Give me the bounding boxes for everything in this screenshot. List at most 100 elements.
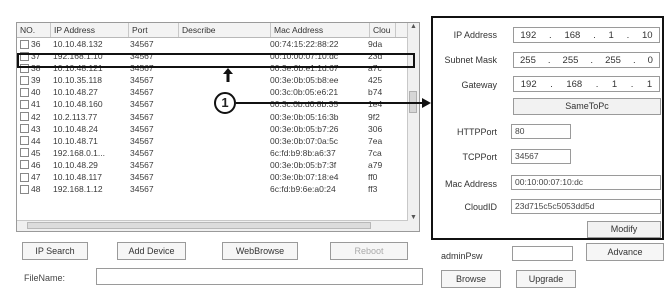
row-mac-address: 00:3e:0b:07:0a:5c bbox=[270, 135, 339, 146]
row-checkbox[interactable] bbox=[20, 148, 29, 158]
ip-octet[interactable]: 1 bbox=[609, 30, 614, 41]
mac-address-input[interactable]: 00:10:00:07:10:dc bbox=[511, 175, 661, 190]
ip-address-label: IP Address bbox=[453, 30, 497, 40]
gateway-input[interactable]: 192. 168. 1. 1 bbox=[513, 76, 660, 92]
row-port: 34567 bbox=[130, 75, 154, 86]
hscroll-thumb[interactable] bbox=[27, 222, 371, 229]
row-number: 40 bbox=[31, 87, 41, 98]
row-checkbox[interactable] bbox=[20, 100, 29, 110]
table-row[interactable]: 39 10.10.35.118 34567 00:3e:0b:05:b8:ee 425 bbox=[17, 74, 419, 86]
row-checkbox[interactable] bbox=[20, 112, 29, 122]
mask-octet[interactable]: 0 bbox=[648, 55, 653, 66]
same-to-pc-button[interactable]: SameToPc bbox=[513, 98, 661, 115]
row-cloud-id: 9da bbox=[368, 39, 383, 49]
subnet-mask-input[interactable]: 255. 255. 255. 0 bbox=[513, 52, 660, 68]
row-number: 44 bbox=[31, 135, 41, 146]
row-ip-address: 10.10.48.27 bbox=[53, 87, 98, 98]
row-checkbox[interactable] bbox=[20, 87, 29, 97]
row-cloud-id: 425 bbox=[368, 75, 383, 86]
ip-octet[interactable]: 192 bbox=[520, 30, 536, 41]
table-row[interactable]: 45 192.168.0.1... 34567 6c:fd:b9:8b:a6:37 7c… bbox=[17, 147, 419, 159]
row-checkbox[interactable] bbox=[20, 136, 29, 146]
table-row[interactable]: 42 10.2.113.77 34567 00:3e:0b:05:16:3b 9f2 bbox=[17, 111, 419, 123]
mask-octet[interactable]: 255 bbox=[605, 55, 621, 66]
admin-password-label: adminPsw bbox=[441, 251, 483, 261]
row-number-cell: 39 bbox=[17, 74, 50, 86]
modify-button[interactable]: Modify bbox=[587, 221, 661, 238]
filename-input[interactable] bbox=[96, 268, 423, 285]
row-mac-address: 00:3e:0b:05:b7:26 bbox=[270, 123, 339, 134]
table-row[interactable]: 36 10.10.48.132 34567 00:74:15:22:88:22 9da bbox=[17, 38, 419, 50]
row-number-cell: 45 bbox=[17, 147, 50, 159]
gateway-octet[interactable]: 168 bbox=[566, 79, 582, 90]
row-describe bbox=[176, 183, 267, 195]
row-ip-address: 10.10.48.132 bbox=[53, 39, 103, 49]
row-port: 34567 bbox=[130, 172, 154, 183]
row-cloud-id: 306 bbox=[368, 123, 383, 134]
table-row[interactable]: 44 10.10.48.71 34567 00:3e:0b:07:0a:5c 7ea bbox=[17, 135, 419, 147]
mac-address-label: Mac Address bbox=[444, 179, 497, 189]
row-number: 36 bbox=[31, 39, 41, 49]
row-mac-address: 6c:fd:b9:8b:a6:37 bbox=[270, 147, 336, 158]
ip-address-input[interactable]: 192. 168. 1. 10 bbox=[513, 27, 660, 43]
col-port[interactable]: Port bbox=[129, 23, 179, 37]
upgrade-button[interactable]: Upgrade bbox=[516, 270, 576, 288]
ip-octet[interactable]: 10 bbox=[642, 30, 653, 41]
scroll-up-icon[interactable]: ▲ bbox=[408, 23, 419, 30]
row-port: 34567 bbox=[130, 39, 154, 49]
col-no[interactable]: NO. bbox=[17, 23, 51, 37]
mask-octet[interactable]: 255 bbox=[520, 55, 536, 66]
col-ip-address[interactable]: IP Address bbox=[51, 23, 129, 37]
table-row[interactable]: 43 10.10.48.24 34567 00:3e:0b:05:b7:26 306 bbox=[17, 123, 419, 135]
row-checkbox[interactable] bbox=[20, 184, 29, 194]
browse-button[interactable]: Browse bbox=[441, 270, 501, 288]
col-mac-address[interactable]: Mac Address bbox=[271, 23, 370, 37]
row-cloud-id: a79 bbox=[368, 159, 383, 170]
gateway-octet[interactable]: 1 bbox=[647, 79, 652, 90]
row-ip-address: 192.168.0.1... bbox=[53, 147, 105, 158]
col-cloud[interactable]: Clou bbox=[370, 23, 396, 37]
table-header: NO. IP Address Port Describe Mac Address… bbox=[17, 23, 419, 38]
ip-octet[interactable]: 168 bbox=[564, 30, 580, 41]
advance-button[interactable]: Advance bbox=[586, 243, 664, 261]
row-port: 34567 bbox=[130, 123, 154, 134]
http-port-input[interactable]: 80 bbox=[511, 124, 571, 139]
tcp-port-input[interactable]: 34567 bbox=[511, 149, 571, 164]
row-describe bbox=[176, 135, 267, 147]
row-cloud-id: ff3 bbox=[368, 184, 378, 195]
row-number: 47 bbox=[31, 172, 41, 183]
row-number-cell: 36 bbox=[17, 38, 50, 50]
row-cloud-id: ff0 bbox=[368, 172, 378, 183]
row-describe bbox=[176, 38, 267, 50]
mask-octet[interactable]: 255 bbox=[563, 55, 579, 66]
row-port: 34567 bbox=[130, 135, 154, 146]
table-row[interactable]: 48 192.168.1.12 34567 6c:fd:b9:6e:a0:24 ff3 bbox=[17, 183, 419, 195]
row-ip-address: 10.10.48.71 bbox=[53, 135, 98, 146]
row-checkbox[interactable] bbox=[20, 172, 29, 182]
table-row[interactable]: 47 10.10.48.117 34567 00:3e:0b:07:18:e4 ff0 bbox=[17, 171, 419, 183]
gateway-octet[interactable]: 192 bbox=[521, 79, 537, 90]
row-number: 39 bbox=[31, 75, 41, 86]
row-describe bbox=[176, 159, 267, 171]
row-cloud-id: 7ea bbox=[368, 135, 383, 146]
cloud-id-input[interactable]: 23d715c5c5053dd5d bbox=[511, 199, 661, 214]
row-ip-address: 192.168.1.12 bbox=[53, 184, 103, 195]
row-mac-address: 00:3e:0b:07:18:e4 bbox=[270, 172, 339, 183]
table-horizontal-scrollbar[interactable] bbox=[17, 220, 408, 231]
row-checkbox[interactable] bbox=[20, 75, 29, 85]
table-row[interactable]: 46 10.10.48.29 34567 00:3e:0b:05:b7:3f a79 bbox=[17, 159, 419, 171]
web-browse-button[interactable]: WebBrowse bbox=[222, 242, 298, 260]
add-device-button[interactable]: Add Device bbox=[117, 242, 186, 260]
scroll-down-icon[interactable]: ▼ bbox=[408, 214, 419, 221]
row-number: 42 bbox=[31, 111, 41, 122]
row-number: 48 bbox=[31, 184, 41, 195]
gateway-octet[interactable]: 1 bbox=[612, 79, 617, 90]
row-checkbox[interactable] bbox=[20, 124, 29, 134]
reboot-button[interactable]: Reboot bbox=[330, 242, 408, 260]
row-checkbox[interactable] bbox=[20, 39, 29, 49]
admin-password-input[interactable] bbox=[512, 246, 573, 261]
row-checkbox[interactable] bbox=[20, 160, 29, 170]
ip-search-button[interactable]: IP Search bbox=[22, 242, 88, 260]
cloud-id-label: CloudID bbox=[464, 202, 497, 212]
col-describe[interactable]: Describe bbox=[179, 23, 271, 37]
